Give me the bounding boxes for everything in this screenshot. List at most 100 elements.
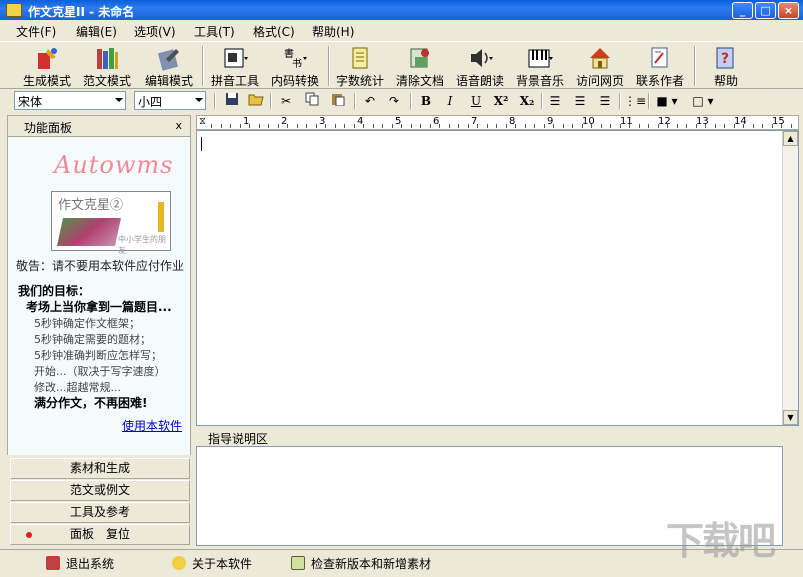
- superscript-button[interactable]: X²: [491, 92, 511, 110]
- ruler-tick: [448, 124, 450, 128]
- section-tools-button[interactable]: 工具及参考: [10, 502, 190, 523]
- menu-file[interactable]: 文件(F): [16, 23, 56, 40]
- pinyin-icon: [224, 48, 248, 68]
- section-materials-button[interactable]: 素材和生成: [10, 458, 190, 479]
- check-update-button[interactable]: 检查新版本和新增素材: [291, 555, 431, 572]
- ruler-tick: [306, 124, 307, 128]
- help-button[interactable]: ? 帮助: [697, 44, 755, 88]
- subscript-button[interactable]: X₂: [517, 92, 537, 110]
- menu-options[interactable]: 选项(V): [134, 23, 176, 40]
- model-essay-button[interactable]: 范文模式: [78, 44, 136, 88]
- visit-website-button[interactable]: 访问网页: [571, 44, 629, 88]
- maximize-button[interactable]: □: [755, 2, 776, 19]
- align-center-button[interactable]: ☰: [570, 92, 590, 110]
- ruler-tick: [372, 124, 374, 128]
- menu-edit[interactable]: 编辑(E): [76, 23, 117, 40]
- ruler-tick: [667, 124, 668, 128]
- undo-button[interactable]: ↶: [360, 92, 380, 110]
- ruler-tick: [752, 124, 754, 128]
- panel-close-button[interactable]: x: [175, 119, 182, 132]
- color-square-icon: ■ ▾: [656, 94, 678, 108]
- font-value: 宋体: [18, 95, 43, 109]
- warning-text: 敬告：请不要用本软件应付作业: [16, 259, 185, 273]
- ruler-tick: [382, 124, 383, 128]
- code-convert-label: 内码转换: [270, 74, 319, 88]
- ruler-tick: [410, 124, 412, 128]
- use-software-link[interactable]: 使用本软件: [122, 417, 182, 434]
- align-right-button[interactable]: ☰: [595, 92, 615, 110]
- ruler-tick: [686, 124, 687, 128]
- minimize-button[interactable]: _: [732, 2, 753, 19]
- scissors-icon: ✂: [280, 94, 292, 108]
- scroll-down-icon[interactable]: ▼: [783, 410, 798, 425]
- goal-subtitle: 考场上当你拿到一篇题目...: [26, 300, 172, 314]
- redo-button[interactable]: ↷: [384, 92, 404, 110]
- product-image: 作文克星② 中小学生的朋友: [51, 191, 171, 255]
- ruler-tick: [562, 124, 564, 128]
- app-icon[interactable]: [6, 3, 22, 17]
- function-panel: 功能面板 x Autowms 作文克星② 中小学生的朋友 敬告：请不要用本软件应…: [7, 115, 191, 547]
- ruler-number: 15: [772, 116, 785, 127]
- ruler-tick: [695, 124, 697, 128]
- code-convert-button[interactable]: 書书 内码转换: [266, 44, 324, 88]
- save-button[interactable]: [222, 92, 242, 110]
- panel-reset-label: 面板 复位: [69, 527, 130, 541]
- text-color-button[interactable]: ■ ▾: [652, 92, 682, 110]
- about-button[interactable]: 关于本软件: [172, 555, 252, 572]
- pinyin-tool-button[interactable]: 拼音工具: [206, 44, 264, 88]
- scroll-up-icon[interactable]: ▲: [783, 131, 798, 146]
- align-right-icon: ☰: [599, 94, 611, 108]
- panel-reset-button[interactable]: 面板 复位: [10, 524, 190, 545]
- open-folder-icon: [248, 94, 264, 106]
- menu-format[interactable]: 格式(C): [253, 23, 295, 40]
- title-bar: 作文克星II - 未命名 _ □ ×: [0, 0, 803, 20]
- format-toolbar: 宋体 小四 ✂ ↶ ↷ B I U X² X₂ ☰ ☰ ☰ ⋮≡ ■ ▾ □ ▾: [0, 89, 803, 113]
- open-button[interactable]: [246, 92, 266, 110]
- editor-scrollbar[interactable]: ▲ ▼: [782, 131, 798, 425]
- menu-tools[interactable]: 工具(T): [194, 23, 235, 40]
- section-examples-button[interactable]: 范文或例文: [10, 480, 190, 501]
- read-aloud-button[interactable]: 语音朗读: [451, 44, 509, 88]
- format-separator: [410, 93, 412, 109]
- close-button[interactable]: ×: [778, 2, 799, 19]
- svg-text:书: 书: [292, 58, 302, 70]
- size-dropdown-arrow-icon: [195, 98, 203, 102]
- edit-mode-button[interactable]: 编辑模式: [140, 44, 198, 88]
- ruler-tick: [277, 124, 279, 128]
- copy-button[interactable]: [302, 92, 322, 110]
- underline-button[interactable]: U: [466, 92, 486, 110]
- cut-button[interactable]: ✂: [276, 92, 296, 110]
- ruler-tick: [258, 124, 260, 128]
- ruler: ⧖ 1 2 3 4 5 6 7 8 9 10 11 12 13 14 15: [196, 115, 799, 130]
- word-count-button[interactable]: 字数统计: [331, 44, 389, 88]
- menu-help[interactable]: 帮助(H): [312, 23, 354, 40]
- paste-button[interactable]: [328, 92, 348, 110]
- clear-document-button[interactable]: 清除文档: [391, 44, 449, 88]
- contact-author-button[interactable]: 联系作者: [631, 44, 689, 88]
- ruler-tick: [296, 124, 298, 128]
- generate-mode-button[interactable]: 生成模式: [18, 44, 76, 88]
- bullet-list-button[interactable]: ⋮≡: [624, 92, 646, 110]
- align-left-button[interactable]: ☰: [545, 92, 565, 110]
- ruler-tick: [505, 124, 507, 128]
- panel-body: Autowms 作文克星② 中小学生的朋友 敬告：请不要用本软件应付作业 我们的…: [7, 137, 191, 455]
- background-color-button[interactable]: □ ▾: [688, 92, 718, 110]
- help-label: 帮助: [713, 74, 738, 88]
- background-music-button[interactable]: 背景音乐: [511, 44, 569, 88]
- bold-button[interactable]: B: [416, 92, 436, 110]
- goal-item: 5秒钟确定作文框架；: [34, 317, 140, 330]
- ruler-tick: [705, 124, 706, 128]
- text-caret: [201, 137, 202, 151]
- goal-item: 5秒钟确定需要的题材；: [34, 333, 151, 346]
- italic-button[interactable]: I: [440, 92, 460, 110]
- toolbar-separator: [328, 46, 330, 86]
- ruler-tick: [239, 124, 241, 128]
- ruler-number: 13: [696, 116, 709, 127]
- ruler-tick: [600, 124, 602, 128]
- size-select[interactable]: 小四: [134, 91, 206, 110]
- font-select[interactable]: 宋体: [14, 91, 126, 110]
- document-editor[interactable]: ▲ ▼: [196, 130, 799, 426]
- ruler-tick: [648, 124, 649, 128]
- exit-system-button[interactable]: 退出系统: [46, 555, 114, 572]
- guide-header: 指导说明区: [196, 428, 799, 446]
